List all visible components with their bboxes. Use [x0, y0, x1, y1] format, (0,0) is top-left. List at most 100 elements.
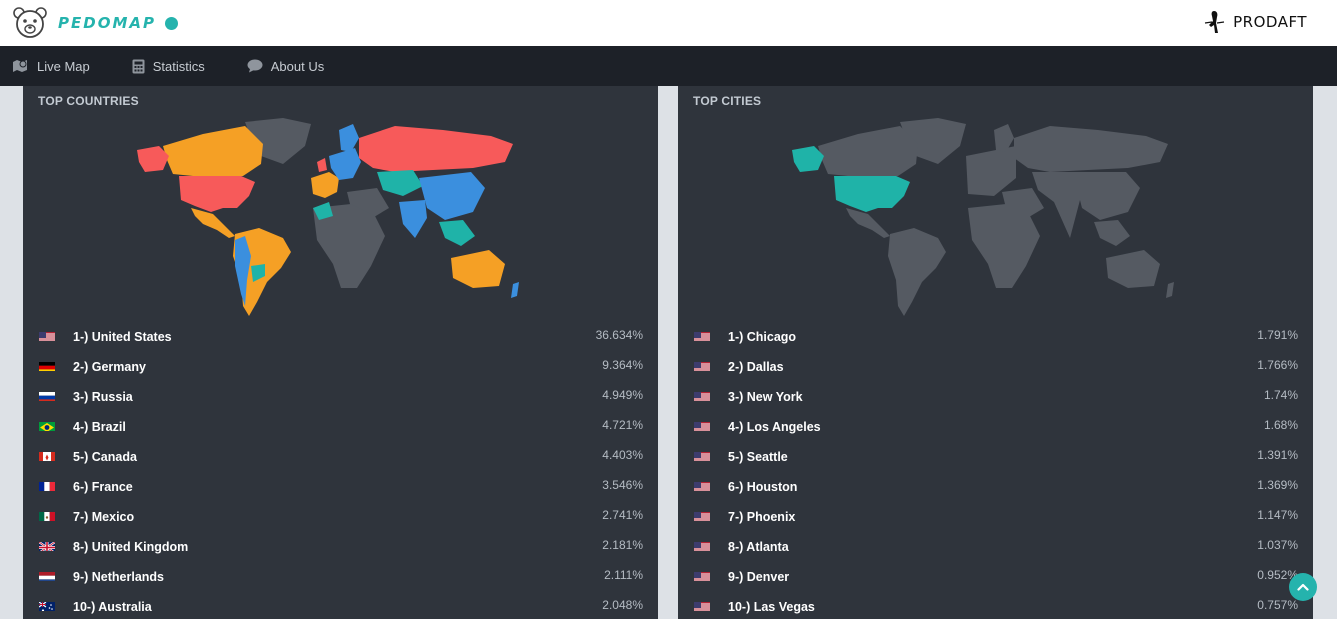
partner-logo[interactable]: PRODAFT — [1203, 8, 1307, 36]
world-map-countries — [137, 118, 519, 316]
rank-percent: 1.766% — [1257, 358, 1298, 372]
scroll-to-top-button[interactable] — [1289, 573, 1317, 601]
region-se-asia — [1094, 220, 1130, 246]
list-item: 2-) Germany 9.364% — [38, 354, 643, 384]
region-se-asia — [439, 220, 475, 246]
top-countries-panel: TOP COUNTRIES 1-) United States 36.634% … — [23, 86, 658, 619]
ca-flag-icon — [39, 450, 55, 461]
rank-label: 1-) Chicago — [728, 330, 797, 344]
rank-label: 1-) United States — [73, 330, 172, 344]
list-item: 8-) United Kingdom 2.181% — [38, 534, 643, 564]
list-item: 7-) Mexico 2.741% — [38, 504, 643, 534]
rank-label: 4-) Brazil — [73, 420, 126, 434]
de-flag-icon — [39, 360, 55, 371]
world-map-cities — [792, 118, 1174, 316]
rank-percent: 1.791% — [1257, 328, 1298, 342]
region-usa — [179, 176, 255, 212]
list-item: 7-) Phoenix 1.147% — [693, 504, 1298, 534]
rank-label: 10-) Las Vegas — [728, 600, 815, 614]
rank-percent: 1.391% — [1257, 448, 1298, 462]
list-item: 1-) Chicago 1.791% — [693, 324, 1298, 354]
region-east-asia — [419, 172, 485, 220]
region-india — [399, 200, 427, 238]
rank-percent: 9.364% — [602, 358, 643, 372]
rank-percent: 3.546% — [602, 478, 643, 492]
region-usa — [834, 176, 910, 212]
us-flag-icon — [694, 570, 710, 581]
us-flag-icon — [694, 330, 710, 341]
panel-title: TOP CITIES — [693, 94, 762, 108]
mx-flag-icon — [39, 510, 55, 521]
top-cities-panel: TOP CITIES 1-) Chicago 1.791% 2-) Dallas… — [678, 86, 1313, 619]
rank-label: 10-) Australia — [73, 600, 152, 614]
region-mexico — [846, 208, 890, 238]
chevron-up-icon — [1297, 583, 1309, 591]
countries-list: 1-) United States 36.634% 2-) Germany 9.… — [38, 324, 643, 619]
us-flag-icon — [694, 360, 710, 371]
rank-percent: 2.111% — [604, 568, 643, 582]
rank-percent: 2.048% — [602, 598, 643, 612]
us-flag-icon — [694, 450, 710, 461]
list-item: 1-) United States 36.634% — [38, 324, 643, 354]
cities-list: 1-) Chicago 1.791% 2-) Dallas 1.766% 3-)… — [693, 324, 1298, 619]
calculator-icon — [132, 59, 145, 73]
rank-label: 5-) Seattle — [728, 450, 788, 464]
nav-about-us-label: About Us — [270, 58, 325, 74]
list-item: 10-) Las Vegas 0.757% — [693, 594, 1298, 619]
us-flag-icon — [694, 540, 710, 551]
rank-percent: 4.949% — [602, 388, 643, 402]
rank-label: 8-) Atlanta — [728, 540, 789, 554]
rank-label: 4-) Los Angeles — [728, 420, 821, 434]
us-flag-icon — [694, 510, 710, 521]
us-flag-icon — [694, 420, 710, 431]
region-europe-west — [311, 172, 339, 198]
region-russia — [359, 126, 513, 172]
region-africa — [968, 204, 1040, 288]
brand-dot — [164, 16, 178, 30]
br-flag-icon — [39, 420, 55, 431]
main-nav: Live Map Statistics About Us — [0, 46, 1337, 86]
us-flag-icon — [694, 480, 710, 491]
list-item: 6-) France 3.546% — [38, 474, 643, 504]
gb-flag-icon — [39, 540, 55, 551]
list-item: 4-) Brazil 4.721% — [38, 414, 643, 444]
au-flag-icon — [39, 600, 55, 611]
list-item: 3-) Russia 4.949% — [38, 384, 643, 414]
region-canada — [163, 126, 263, 178]
brand-logo[interactable]: PEDOMAP — [12, 4, 178, 42]
list-item: 6-) Houston 1.369% — [693, 474, 1298, 504]
list-item: 3-) New York 1.74% — [693, 384, 1298, 414]
region-canada — [818, 126, 918, 178]
brand-name: PEDOMAP — [58, 14, 156, 32]
rank-percent: 1.369% — [1257, 478, 1298, 492]
rank-percent: 2.181% — [602, 538, 643, 552]
us-flag-icon — [39, 330, 55, 341]
us-flag-icon — [694, 390, 710, 401]
list-item: 5-) Canada 4.403% — [38, 444, 643, 474]
list-item: 9-) Netherlands 2.111% — [38, 564, 643, 594]
nav-statistics-label: Statistics — [152, 58, 205, 74]
rank-label: 3-) New York — [728, 390, 803, 404]
bear-logo-icon — [13, 7, 47, 38]
rank-percent: 1.68% — [1263, 418, 1298, 432]
region-central-asia — [377, 170, 423, 196]
rank-label: 2-) Dallas — [728, 360, 784, 374]
panel-title: TOP COUNTRIES — [38, 94, 139, 108]
bird-logo-icon — [1205, 11, 1225, 33]
list-item: 10-) Australia 2.048% — [38, 594, 643, 619]
top-header: PEDOMAP PRODAFT — [0, 0, 1337, 46]
nl-flag-icon — [39, 570, 55, 581]
region-new-zealand — [1166, 282, 1174, 298]
nav-live-map-label: Live Map — [37, 58, 90, 74]
region-australia — [1106, 250, 1160, 288]
list-item: 9-) Denver 0.952% — [693, 564, 1298, 594]
nav-about-us[interactable]: About Us — [247, 59, 324, 74]
fr-flag-icon — [39, 480, 55, 491]
nav-statistics[interactable]: Statistics — [132, 59, 205, 74]
list-item: 8-) Atlanta 1.037% — [693, 534, 1298, 564]
region-scandinavia — [339, 124, 359, 152]
nav-live-map[interactable]: Live Map — [12, 59, 90, 74]
ru-flag-icon — [39, 390, 55, 401]
rank-label: 3-) Russia — [73, 390, 133, 404]
rank-percent: 2.741% — [602, 508, 643, 522]
